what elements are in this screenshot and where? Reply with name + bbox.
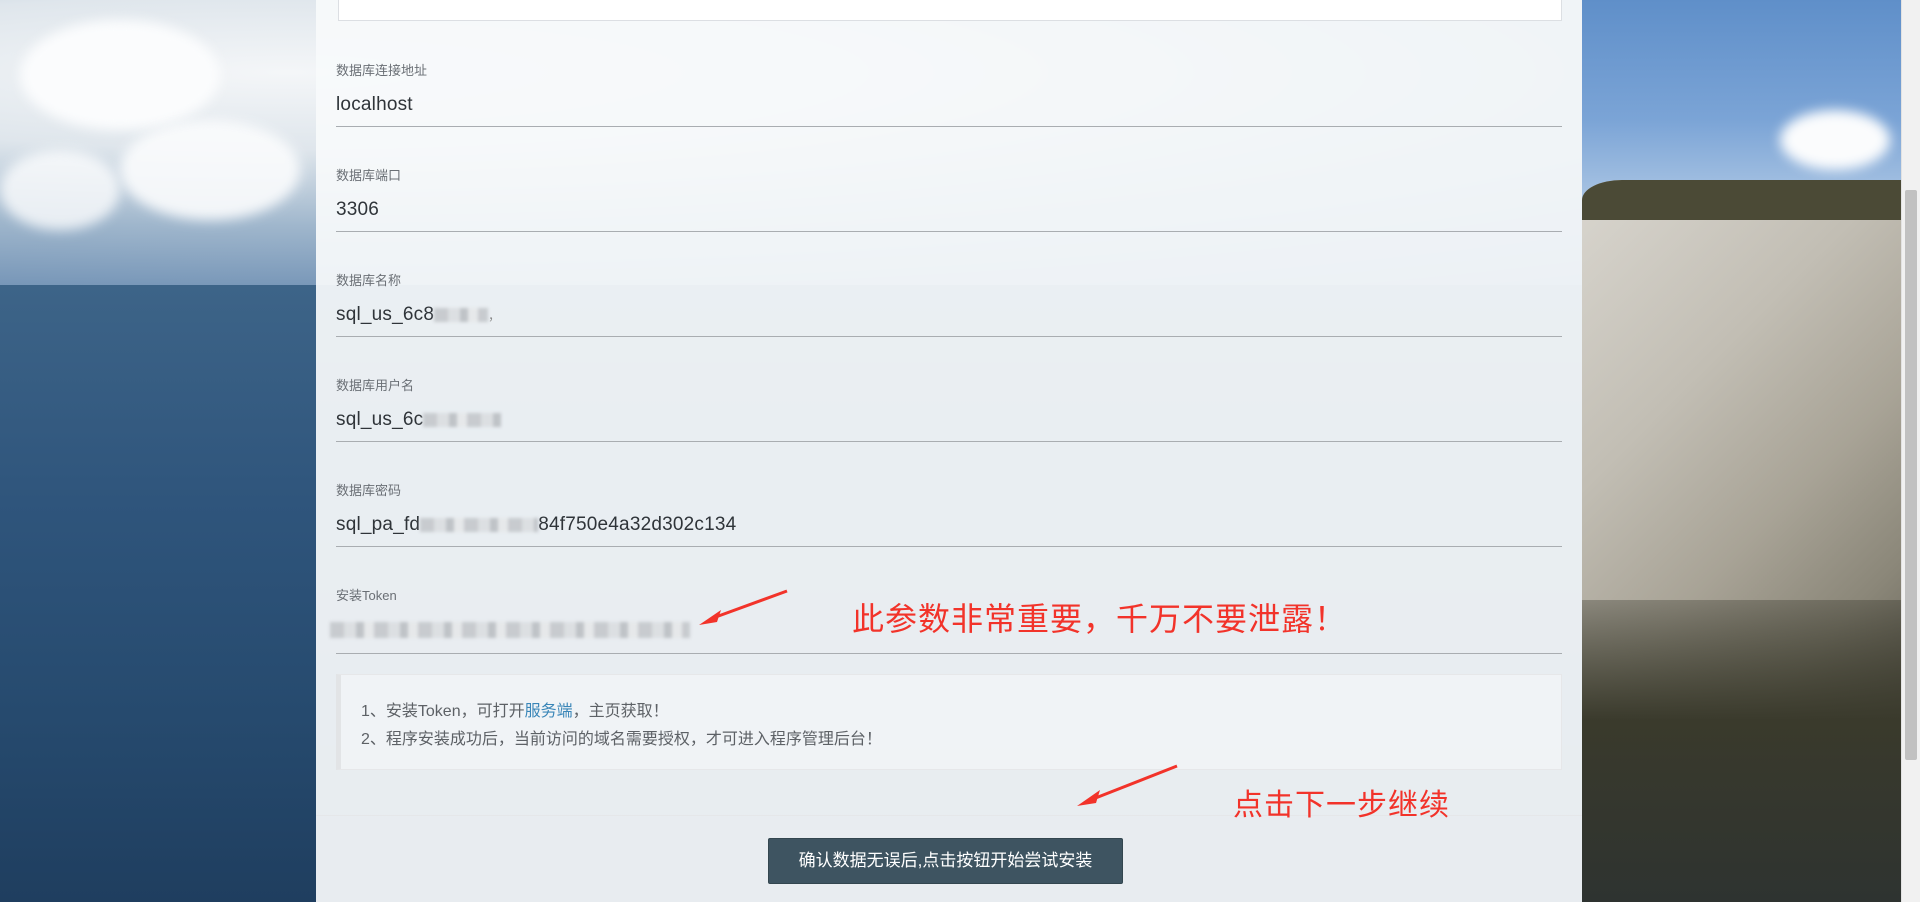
db-host-field[interactable]: 数据库连接地址 localhost xyxy=(336,60,1562,128)
db-name-input[interactable]: sql_us_6c8 ， xyxy=(336,304,500,326)
db-name-value-prefix: sql_us_6c8 xyxy=(336,304,435,325)
arrow-icon xyxy=(1077,764,1178,806)
db-name-field[interactable]: 数据库名称 sql_us_6c8 ， xyxy=(336,270,1562,338)
db-port-label: 数据库端口 xyxy=(336,168,402,183)
db-password-label: 数据库密码 xyxy=(336,483,402,498)
background-cliff-shadow xyxy=(1582,600,1902,902)
notice-line-1-suffix: ，主页获取！ xyxy=(572,703,669,720)
background-cloud xyxy=(1780,110,1890,170)
field-underline xyxy=(336,231,1562,232)
notice-line-1: 1、安装Token，可打开服务端，主页获取！ xyxy=(361,697,669,721)
notice-line-2: 2、程序安装成功后，当前访问的域名需要授权，才可进入程序管理后台！ xyxy=(361,731,882,748)
install-token-input[interactable] xyxy=(330,619,690,641)
db-name-value-suffix: ， xyxy=(488,309,501,323)
start-install-button[interactable]: 确认数据无误后,点击按钮开始尝试安装 xyxy=(768,838,1123,884)
field-underline xyxy=(336,653,1562,654)
db-host-input[interactable]: localhost xyxy=(336,94,413,116)
db-name-label: 数据库名称 xyxy=(336,273,402,288)
background-cliff-top xyxy=(1582,180,1902,220)
server-link[interactable]: 服务端 xyxy=(525,703,573,720)
db-password-value-prefix: sql_pa_fd xyxy=(336,514,421,535)
page-scrollbar[interactable] xyxy=(1901,0,1920,902)
install-token-label: 安装Token xyxy=(336,588,397,603)
scrollbar-thumb[interactable] xyxy=(1905,190,1917,760)
db-user-label: 数据库用户名 xyxy=(336,378,415,393)
masked-region xyxy=(420,517,539,532)
db-password-field[interactable]: 数据库密码 sql_pa_fd 84f750e4a32d302c134 xyxy=(336,480,1562,548)
arrow-icon xyxy=(699,589,788,625)
background-cloud xyxy=(20,20,220,130)
db-host-label: 数据库连接地址 xyxy=(336,63,428,78)
db-user-value-prefix: sql_us_6c xyxy=(336,409,424,430)
db-port-field[interactable]: 数据库端口 3306 xyxy=(336,165,1562,233)
token-warning-annotation: 此参数非常重要，千万不要泄露！ xyxy=(852,600,1348,638)
masked-region xyxy=(434,307,489,322)
background-cloud xyxy=(0,150,120,230)
background-sky-right xyxy=(1582,0,1920,200)
db-user-input[interactable]: sql_us_6c xyxy=(336,409,502,431)
background-cloud xyxy=(120,120,300,220)
db-user-field[interactable]: 数据库用户名 sql_us_6c xyxy=(336,375,1562,443)
notice-line-1-prefix: 1、安装Token，可打开 xyxy=(361,703,525,720)
field-underline xyxy=(336,441,1562,442)
next-step-annotation: 点击下一步继续 xyxy=(1233,788,1450,823)
install-notice: 1、安装Token，可打开服务端，主页获取！ 2、程序安装成功后，当前访问的域名… xyxy=(336,674,1562,770)
install-form-panel: 数据库连接地址 localhost 数据库端口 3306 数据库名称 sql_u… xyxy=(316,0,1582,902)
field-underline xyxy=(336,126,1562,127)
db-password-value-suffix: 84f750e4a32d302c134 xyxy=(538,514,737,535)
db-port-input[interactable]: 3306 xyxy=(336,199,379,221)
db-password-input[interactable]: sql_pa_fd 84f750e4a32d302c134 xyxy=(336,514,736,536)
field-underline xyxy=(336,546,1562,547)
field-underline xyxy=(336,336,1562,337)
masked-region xyxy=(423,412,502,427)
previous-field-box xyxy=(338,0,1562,21)
masked-region xyxy=(330,621,690,638)
